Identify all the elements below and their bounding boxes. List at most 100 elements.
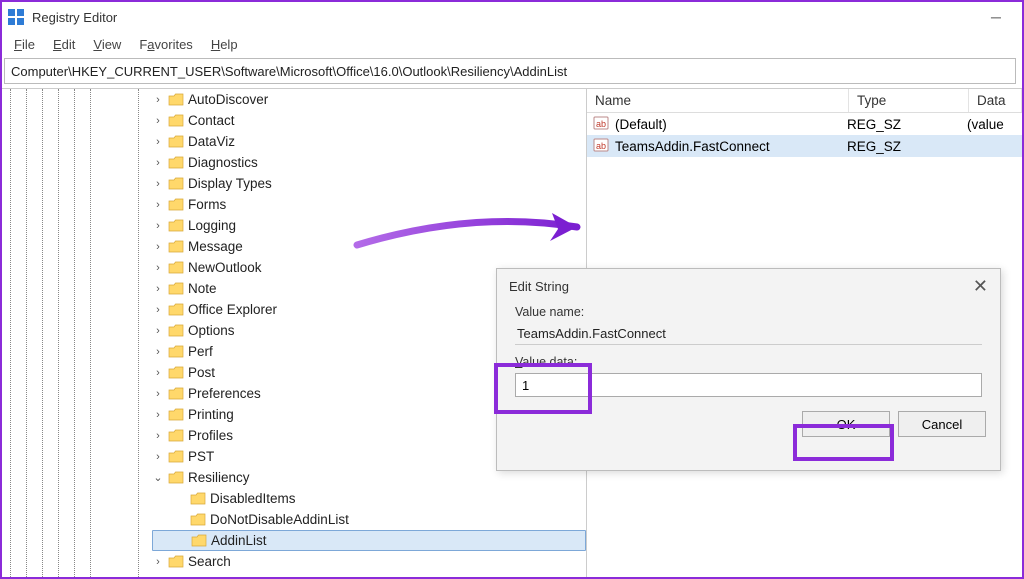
chevron-right-icon[interactable]: › bbox=[152, 388, 164, 400]
list-cell-name: (Default) bbox=[615, 117, 847, 132]
folder-icon bbox=[168, 303, 184, 317]
folder-icon bbox=[168, 219, 184, 233]
tree-item-label: Logging bbox=[188, 218, 236, 233]
tree-item-label: NewOutlook bbox=[188, 260, 262, 275]
chevron-right-icon[interactable]: › bbox=[152, 262, 164, 274]
chevron-right-icon[interactable]: › bbox=[152, 325, 164, 337]
address-bar[interactable]: Computer\HKEY_CURRENT_USER\Software\Micr… bbox=[4, 58, 1016, 84]
list-header: Name Type Data bbox=[587, 89, 1022, 113]
tree-item-label: Diagnostics bbox=[188, 155, 258, 170]
tree-item-label: DoNotDisableAddinList bbox=[210, 512, 349, 527]
tree-gutters bbox=[2, 89, 162, 577]
tree-item[interactable]: › Logging bbox=[152, 215, 586, 236]
tree-item[interactable]: ›Message bbox=[152, 236, 586, 257]
tree-item-label: DataViz bbox=[188, 134, 235, 149]
value-name-field: TeamsAddin.FastConnect bbox=[515, 323, 982, 345]
tree-item-label: Profiles bbox=[188, 428, 233, 443]
folder-icon bbox=[168, 450, 184, 464]
chevron-right-icon[interactable]: › bbox=[152, 451, 164, 463]
menu-edit[interactable]: Edit bbox=[45, 35, 83, 54]
menu-file[interactable]: File bbox=[6, 35, 43, 54]
folder-icon bbox=[168, 471, 184, 485]
tree-item-label: Printing bbox=[188, 407, 234, 422]
value-data-label: Value data: bbox=[515, 355, 982, 369]
string-value-icon: ab bbox=[593, 137, 611, 156]
tree-item-label: AutoDiscover bbox=[188, 92, 268, 107]
folder-icon bbox=[168, 198, 184, 212]
tree-item[interactable]: › Contact bbox=[152, 110, 586, 131]
chevron-right-icon[interactable]: › bbox=[152, 556, 164, 568]
list-row[interactable]: ab(Default)REG_SZ(value bbox=[587, 113, 1022, 135]
cancel-button[interactable]: Cancel bbox=[898, 411, 986, 437]
tree-item[interactable]: ›Search bbox=[152, 551, 586, 572]
tree-item-label: Post bbox=[188, 365, 215, 380]
column-header-name[interactable]: Name bbox=[587, 89, 849, 112]
tree-item[interactable]: › DataViz bbox=[152, 131, 586, 152]
chevron-right-icon[interactable]: › bbox=[152, 178, 164, 190]
chevron-down-icon[interactable]: ⌄ bbox=[152, 471, 164, 484]
folder-icon bbox=[168, 261, 184, 275]
folder-icon bbox=[168, 93, 184, 107]
svg-text:ab: ab bbox=[596, 119, 606, 129]
menu-favorites[interactable]: Favorites bbox=[131, 35, 200, 54]
folder-icon bbox=[168, 408, 184, 422]
chevron-right-icon[interactable]: › bbox=[152, 115, 164, 127]
tree-item[interactable]: › Diagnostics bbox=[152, 152, 586, 173]
menu-help[interactable]: Help bbox=[203, 35, 246, 54]
list-cell-type: REG_SZ bbox=[847, 117, 967, 132]
menu-view[interactable]: View bbox=[85, 35, 129, 54]
tree-item[interactable]: DoNotDisableAddinList bbox=[152, 509, 586, 530]
chevron-right-icon[interactable]: › bbox=[152, 367, 164, 379]
tree-item-label: PST bbox=[188, 449, 214, 464]
folder-icon bbox=[168, 387, 184, 401]
minimize-button[interactable]: ─ bbox=[976, 9, 1016, 25]
tree-item[interactable]: › AutoDiscover bbox=[152, 89, 586, 110]
chevron-right-icon[interactable]: › bbox=[152, 94, 164, 106]
tree-item[interactable]: DisabledItems bbox=[152, 488, 586, 509]
chevron-right-icon[interactable]: › bbox=[152, 430, 164, 442]
address-text: Computer\HKEY_CURRENT_USER\Software\Micr… bbox=[11, 64, 567, 79]
value-data-input[interactable] bbox=[515, 373, 982, 397]
tree-item-label: Display Types bbox=[188, 176, 272, 191]
tree-item[interactable]: AddinList bbox=[152, 530, 586, 551]
tree-item-label: Note bbox=[188, 281, 217, 296]
value-name-label: Value name: bbox=[515, 305, 982, 319]
column-header-type[interactable]: Type bbox=[849, 89, 969, 112]
folder-icon bbox=[191, 534, 207, 548]
tree-item-label: Options bbox=[188, 323, 235, 338]
folder-icon bbox=[168, 240, 184, 254]
window-title: Registry Editor bbox=[32, 10, 117, 25]
tree-item-label: Contact bbox=[188, 113, 235, 128]
chevron-right-icon[interactable]: › bbox=[152, 136, 164, 148]
column-header-data[interactable]: Data bbox=[969, 89, 1022, 112]
tree-item-label: Preferences bbox=[188, 386, 261, 401]
chevron-right-icon[interactable]: › bbox=[152, 157, 164, 169]
tree-item-label: Forms bbox=[188, 197, 226, 212]
folder-icon bbox=[168, 135, 184, 149]
folder-icon bbox=[190, 492, 206, 506]
chevron-right-icon[interactable]: › bbox=[152, 346, 164, 358]
tree-item-label: Resiliency bbox=[188, 470, 250, 485]
folder-icon bbox=[168, 366, 184, 380]
ok-button[interactable]: OK bbox=[802, 411, 890, 437]
folder-icon bbox=[168, 114, 184, 128]
folder-icon bbox=[168, 156, 184, 170]
menubar: File Edit View Favorites Help bbox=[2, 32, 1022, 56]
chevron-right-icon[interactable]: › bbox=[152, 241, 164, 253]
app-icon bbox=[8, 9, 24, 25]
chevron-right-icon[interactable]: › bbox=[152, 220, 164, 232]
close-icon[interactable]: ✕ bbox=[973, 276, 988, 297]
chevron-right-icon[interactable]: › bbox=[152, 199, 164, 211]
tree-item[interactable]: › Display Types bbox=[152, 173, 586, 194]
tree-item[interactable]: › Forms bbox=[152, 194, 586, 215]
tree-item-label: DisabledItems bbox=[210, 491, 296, 506]
folder-icon bbox=[190, 513, 206, 527]
list-cell-name: TeamsAddin.FastConnect bbox=[615, 139, 847, 154]
chevron-right-icon[interactable]: › bbox=[152, 409, 164, 421]
tree-item-label: Office Explorer bbox=[188, 302, 277, 317]
list-row[interactable]: abTeamsAddin.FastConnectREG_SZ bbox=[587, 135, 1022, 157]
edit-string-dialog: Edit String ✕ Value name: TeamsAddin.Fas… bbox=[496, 268, 1001, 471]
chevron-right-icon[interactable]: › bbox=[152, 304, 164, 316]
chevron-right-icon[interactable]: › bbox=[152, 283, 164, 295]
svg-text:ab: ab bbox=[596, 141, 606, 151]
